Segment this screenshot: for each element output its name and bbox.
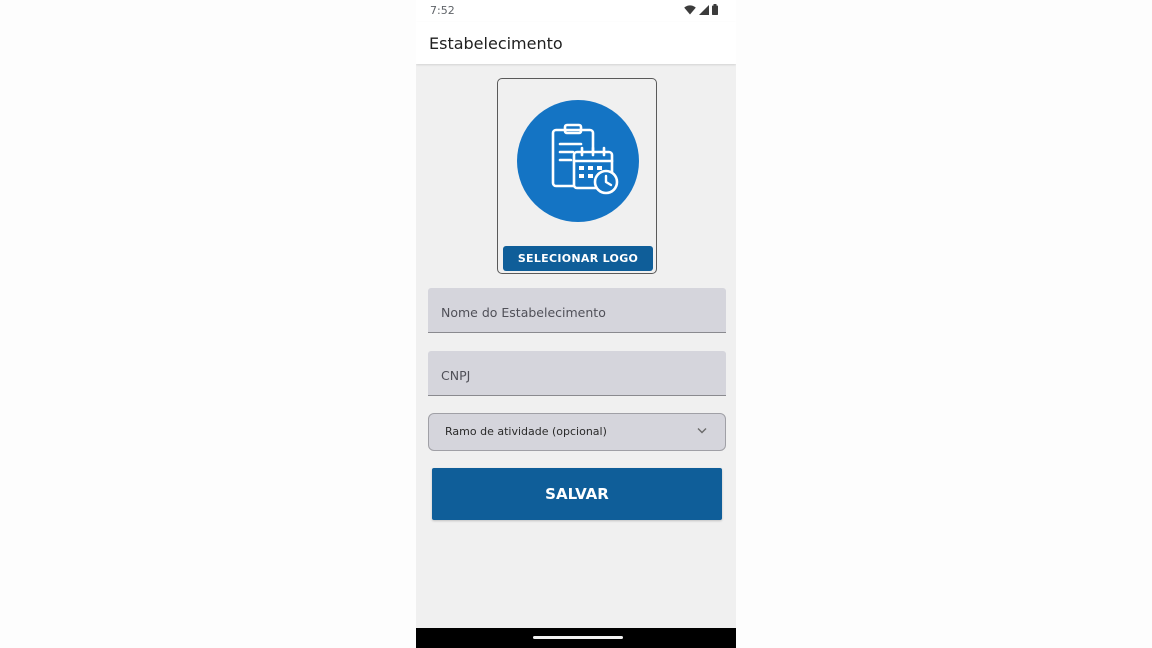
- logo-preview: [517, 100, 639, 222]
- status-bar: 7:52: [416, 0, 736, 22]
- establishment-name-placeholder: Nome do Estabelecimento: [441, 305, 606, 320]
- phone-screen: 7:52 Estabelecimento SELECIONAR LOGO Nom…: [416, 0, 736, 648]
- wifi-icon: [684, 4, 696, 15]
- establishment-name-field[interactable]: Nome do Estabelecimento: [428, 288, 726, 333]
- activity-branch-dropdown[interactable]: Ramo de atividade (opcional): [428, 413, 726, 451]
- cnpj-field[interactable]: CNPJ: [428, 351, 726, 396]
- cnpj-placeholder: CNPJ: [441, 368, 471, 383]
- screen: 7:52 Estabelecimento SELECIONAR LOGO Nom…: [0, 0, 1152, 648]
- save-button[interactable]: SALVAR: [432, 468, 722, 520]
- status-time: 7:52: [430, 4, 455, 17]
- home-indicator[interactable]: [533, 636, 623, 639]
- page-title: Estabelecimento: [429, 34, 563, 53]
- select-logo-button[interactable]: SELECIONAR LOGO: [503, 246, 653, 271]
- chevron-down-icon: [697, 428, 707, 434]
- app-bar: Estabelecimento: [416, 22, 736, 64]
- activity-branch-label: Ramo de atividade (opcional): [445, 425, 607, 438]
- status-icons: [684, 4, 718, 15]
- signal-icon: [699, 4, 709, 15]
- clipboard-calendar-clock-icon: [551, 123, 619, 195]
- battery-icon: [712, 4, 718, 15]
- logo-picker-card[interactable]: SELECIONAR LOGO: [497, 78, 657, 274]
- navigation-bar: [416, 628, 736, 648]
